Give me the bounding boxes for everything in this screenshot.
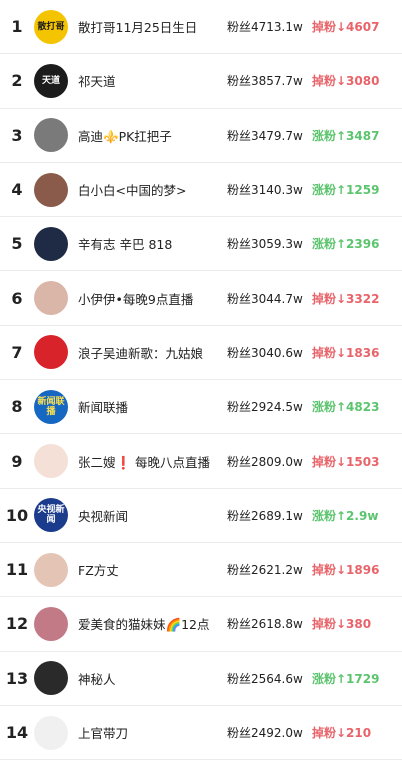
rank-number: 8 (11, 397, 23, 417)
account-name[interactable]: 白小白<中国的梦> (78, 180, 223, 199)
avatar[interactable] (34, 226, 68, 261)
account-name[interactable]: 小伊伊•每晚9点直播 (78, 289, 223, 308)
follower-count: 粉丝2618.8w (227, 617, 303, 632)
account-name[interactable]: 新闻联播 (78, 397, 223, 416)
follower-loss: 掉粉↓1896 (312, 563, 380, 578)
follower-count: 粉丝3044.7w (227, 291, 303, 306)
follower-count: 粉丝3040.6w (227, 345, 303, 360)
follower-count: 粉丝2621.2w (227, 563, 303, 578)
account-name[interactable]: 上官带刀 (78, 723, 223, 742)
news-logo-icon: 新闻联播 (37, 396, 65, 417)
avatar[interactable]: 央视新闻 (34, 498, 68, 533)
avatar[interactable]: 天道 (34, 63, 68, 98)
follower-loss: 掉粉↓4607 (312, 20, 380, 35)
account-name[interactable]: 高迪⚜️PK扛把子 (78, 126, 223, 145)
calligraphy-avatar-icon: 天道 (41, 75, 60, 86)
avatar[interactable] (34, 172, 68, 207)
account-name[interactable]: 辛有志 辛巴 818 (78, 234, 223, 253)
account-name[interactable]: 张二嫂❗️ 每晚八点直播 (78, 452, 223, 471)
avatar[interactable] (34, 715, 68, 750)
ranking-row[interactable]: 10 央视新闻 央视新闻 粉丝2689.1w 涨粉↑2.9w (0, 489, 402, 543)
account-name[interactable]: 神秘人 (78, 669, 223, 688)
ranking-row[interactable]: 3 高迪⚜️PK扛把子 粉丝3479.7w 涨粉↑3487 (0, 109, 402, 163)
rank-number: 3 (11, 125, 23, 145)
ranking-row[interactable]: 6 小伊伊•每晚9点直播 粉丝3044.7w 掉粉↓3322 (0, 271, 402, 326)
ranking-row[interactable]: 8 新闻联播 新闻联播 粉丝2924.5w 涨粉↑4823 (0, 380, 402, 435)
follower-count: 粉丝3140.3w (227, 183, 303, 198)
rank-number: 2 (11, 71, 23, 91)
rank-number: 11 (5, 560, 29, 580)
rank-number: 10 (5, 505, 29, 525)
follower-count: 粉丝2689.1w (227, 508, 303, 523)
ranking-row[interactable]: 12 爱美食的猫妹妹🌈12点 粉丝2618.8w 掉粉↓380 (0, 597, 402, 652)
avatar[interactable] (34, 281, 68, 316)
ranking-row[interactable]: 4 白小白<中国的梦> 粉丝3140.3w 涨粉↑1259 (0, 163, 402, 218)
follower-count: 粉丝2564.6w (227, 671, 303, 686)
account-name[interactable]: 散打哥11月25日生日 (78, 17, 223, 36)
follower-gain: 涨粉↑2.9w (312, 508, 379, 523)
ranking-row[interactable]: 5 辛有志 辛巴 818 粉丝3059.3w 涨粉↑2396 (0, 217, 402, 272)
follower-count: 粉丝3857.7w (227, 74, 303, 89)
follower-count: 粉丝2492.0w (227, 726, 303, 740)
rank-number: 7 (11, 342, 23, 362)
account-name[interactable]: 爱美食的猫妹妹🌈12点 (78, 614, 223, 633)
avatar[interactable] (34, 335, 68, 370)
follower-loss: 掉粉↓1503 (312, 454, 380, 469)
avatar[interactable]: 新闻联播 (34, 389, 68, 424)
rank-number: 12 (5, 614, 29, 634)
rank-number: 13 (5, 668, 29, 688)
avatar[interactable] (34, 444, 68, 479)
rank-number: 9 (11, 451, 23, 471)
follower-count: 粉丝2809.0w (227, 454, 303, 469)
rank-number: 14 (5, 723, 29, 742)
rank-number: 1 (11, 17, 23, 37)
ranking-list: 1 散打哥 散打哥11月25日生日 粉丝4713.1w 掉粉↓4607 2 天道 祁天道 粉丝3… (0, 0, 402, 760)
avatar[interactable] (34, 661, 68, 696)
rank-number: 6 (11, 288, 23, 308)
account-name[interactable]: FZ方丈 (78, 560, 223, 579)
ranking-row[interactable]: 7 浪子吴迪新歌：九姑娘 粉丝3040.6w 掉粉↓1836 (0, 326, 402, 381)
account-name[interactable]: 祁天道 (78, 71, 223, 90)
cctv-news-logo-icon: 央视新闻 (37, 505, 65, 526)
follower-count: 粉丝4713.1w (227, 20, 303, 35)
ranking-row[interactable]: 13 神秘人 粉丝2564.6w 涨粉↑1729 (0, 652, 402, 706)
follower-loss: 掉粉↓1836 (312, 345, 380, 360)
rank-number: 5 (11, 234, 23, 254)
avatar[interactable]: 散打哥 (34, 9, 68, 44)
follower-gain: 涨粉↑1729 (312, 671, 380, 686)
account-name[interactable]: 浪子吴迪新歌：九姑娘 (78, 343, 223, 362)
follower-loss: 掉粉↓380 (312, 617, 372, 632)
avatar[interactable] (34, 606, 68, 641)
follower-gain: 涨粉↑4823 (312, 400, 380, 415)
follower-loss: 掉粉↓210 (312, 726, 372, 740)
avatar[interactable] (34, 552, 68, 587)
follower-gain: 涨粉↑2396 (312, 237, 380, 252)
ranking-row[interactable]: 14 上官带刀 粉丝2492.0w 掉粉↓210 (0, 706, 402, 760)
sandage-logo-icon: 散打哥 (37, 21, 65, 32)
ranking-row[interactable]: 11 FZ方丈 粉丝2621.2w 掉粉↓1896 (0, 543, 402, 598)
follower-gain: 涨粉↑1259 (312, 183, 380, 198)
ranking-row[interactable]: 9 张二嫂❗️ 每晚八点直播 粉丝2809.0w 掉粉↓1503 (0, 434, 402, 489)
follower-count: 粉丝2924.5w (227, 400, 303, 415)
avatar[interactable] (34, 118, 68, 153)
follower-loss: 掉粉↓3322 (312, 291, 380, 306)
rank-number: 4 (11, 180, 23, 200)
account-name[interactable]: 央视新闻 (78, 506, 223, 525)
follower-gain: 涨粉↑3487 (312, 128, 380, 143)
ranking-row[interactable]: 2 天道 祁天道 粉丝3857.7w 掉粉↓3080 (0, 54, 402, 109)
follower-loss: 掉粉↓3080 (312, 74, 380, 89)
ranking-row[interactable]: 1 散打哥 散打哥11月25日生日 粉丝4713.1w 掉粉↓4607 (0, 0, 402, 55)
follower-count: 粉丝3059.3w (227, 237, 303, 252)
follower-count: 粉丝3479.7w (227, 128, 303, 143)
